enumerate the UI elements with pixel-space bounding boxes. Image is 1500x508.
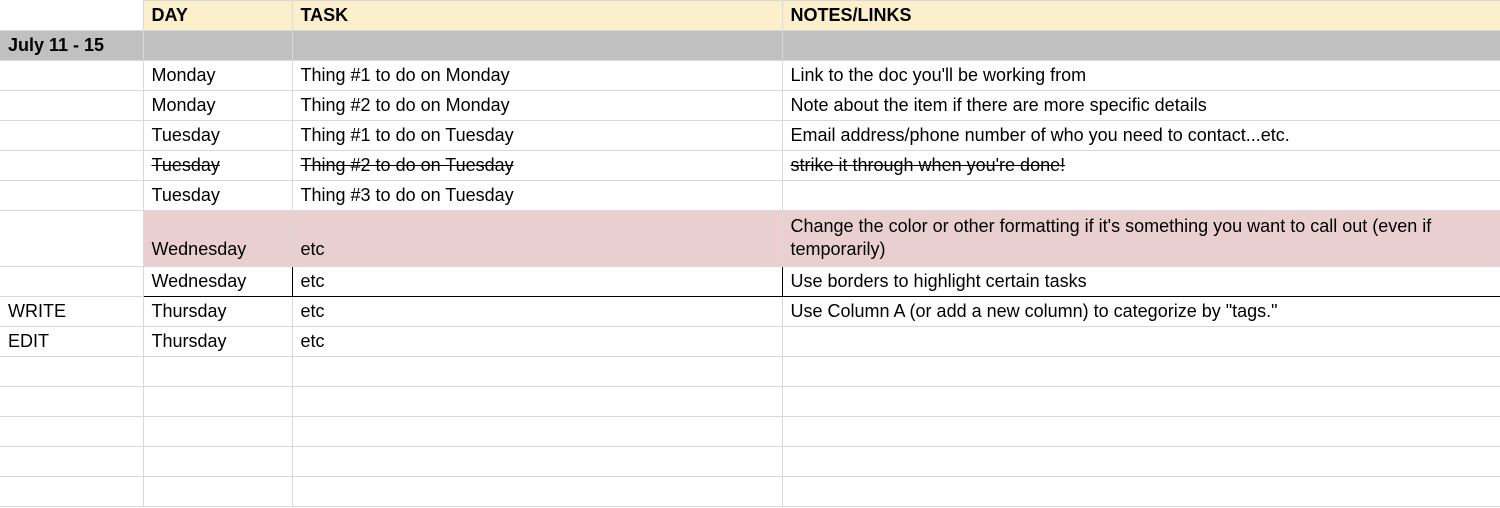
table-row[interactable] [0,476,1500,506]
cell-tag[interactable] [0,416,143,446]
cell-day[interactable] [143,386,292,416]
cell-tag[interactable] [0,181,143,211]
cell-tag[interactable] [0,446,143,476]
table-row[interactable]: WednesdayetcUse borders to highlight cer… [0,266,1500,296]
table-row[interactable]: TuesdayThing #2 to do on Tuesdaystrike i… [0,151,1500,181]
cell-task[interactable]: etc [292,326,782,356]
header-day[interactable]: DAY [143,1,292,31]
header-row[interactable]: DAY TASK NOTES/LINKS [0,1,1500,31]
cell-notes[interactable]: Change the color or other formatting if … [782,211,1500,267]
cell-tag[interactable] [0,476,143,506]
table-row[interactable] [0,416,1500,446]
date-range-row[interactable]: July 11 - 15 [0,31,1500,61]
date-row-day[interactable] [143,31,292,61]
cell-notes[interactable] [782,416,1500,446]
cell-tag[interactable] [0,61,143,91]
cell-task[interactable]: Thing #1 to do on Monday [292,61,782,91]
date-row-notes[interactable] [782,31,1500,61]
header-col-a[interactable] [0,1,143,31]
cell-tag[interactable] [0,91,143,121]
cell-task[interactable] [292,356,782,386]
cell-notes[interactable] [782,181,1500,211]
cell-day[interactable]: Tuesday [143,121,292,151]
cell-task[interactable] [292,446,782,476]
cell-notes[interactable]: Link to the doc you'll be working from [782,61,1500,91]
cell-task[interactable] [292,476,782,506]
table-row[interactable]: WRITEThursdayetcUse Column A (or add a n… [0,296,1500,326]
table-row[interactable]: MondayThing #1 to do on MondayLink to th… [0,61,1500,91]
cell-day[interactable]: Tuesday [143,151,292,181]
cell-day[interactable] [143,476,292,506]
cell-notes[interactable] [782,386,1500,416]
cell-tag[interactable] [0,266,143,296]
cell-notes[interactable]: Email address/phone number of who you ne… [782,121,1500,151]
date-row-task[interactable] [292,31,782,61]
cell-tag[interactable] [0,356,143,386]
cell-tag[interactable]: WRITE [0,296,143,326]
table-row[interactable]: EDITThursdayetc [0,326,1500,356]
cell-day[interactable] [143,356,292,386]
cell-tag[interactable] [0,386,143,416]
table-row[interactable] [0,356,1500,386]
cell-task[interactable]: etc [292,296,782,326]
cell-day[interactable] [143,416,292,446]
cell-notes[interactable] [782,476,1500,506]
cell-notes[interactable] [782,326,1500,356]
date-range-cell[interactable]: July 11 - 15 [0,31,143,61]
cell-tag[interactable] [0,151,143,181]
cell-task[interactable]: Thing #1 to do on Tuesday [292,121,782,151]
cell-task[interactable]: Thing #2 to do on Tuesday [292,151,782,181]
cell-day[interactable]: Tuesday [143,181,292,211]
cell-notes[interactable]: strike it through when you're done! [782,151,1500,181]
cell-tag[interactable] [0,121,143,151]
cell-task[interactable] [292,386,782,416]
cell-notes[interactable]: Use Column A (or add a new column) to ca… [782,296,1500,326]
table-row[interactable]: TuesdayThing #1 to do on TuesdayEmail ad… [0,121,1500,151]
header-task[interactable]: TASK [292,1,782,31]
cell-task[interactable]: etc [292,266,782,296]
task-spreadsheet[interactable]: DAY TASK NOTES/LINKS July 11 - 15 Monday… [0,0,1500,507]
header-notes[interactable]: NOTES/LINKS [782,1,1500,31]
table-row[interactable]: WednesdayetcChange the color or other fo… [0,211,1500,267]
table-row[interactable] [0,386,1500,416]
cell-day[interactable]: Monday [143,61,292,91]
cell-tag[interactable]: EDIT [0,326,143,356]
cell-day[interactable]: Wednesday [143,266,292,296]
table-row[interactable]: TuesdayThing #3 to do on Tuesday [0,181,1500,211]
cell-tag[interactable] [0,211,143,267]
cell-task[interactable]: Thing #3 to do on Tuesday [292,181,782,211]
cell-notes[interactable]: Note about the item if there are more sp… [782,91,1500,121]
table-row[interactable]: MondayThing #2 to do on MondayNote about… [0,91,1500,121]
cell-task[interactable]: Thing #2 to do on Monday [292,91,782,121]
cell-day[interactable]: Monday [143,91,292,121]
table-row[interactable] [0,446,1500,476]
cell-day[interactable]: Thursday [143,326,292,356]
cell-notes[interactable] [782,446,1500,476]
cell-day[interactable] [143,446,292,476]
cell-day[interactable]: Thursday [143,296,292,326]
cell-day[interactable]: Wednesday [143,211,292,267]
cell-notes[interactable] [782,356,1500,386]
cell-task[interactable]: etc [292,211,782,267]
cell-notes[interactable]: Use borders to highlight certain tasks [782,266,1500,296]
cell-task[interactable] [292,416,782,446]
